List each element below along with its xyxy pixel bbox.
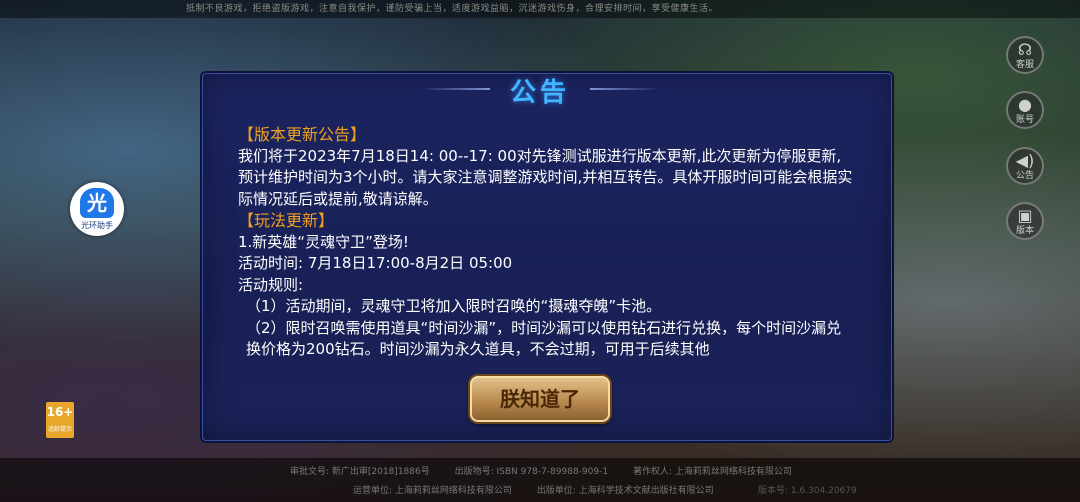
account-button[interactable]: ● 账号 (1006, 91, 1044, 129)
rule-line: （2）限时召唤需使用道具“时间沙漏”，时间沙漏可以使用钻石进行兑换，每个时间沙漏… (246, 318, 842, 359)
age-rating-label: 适龄提示 (47, 426, 72, 433)
section-header: 【版本更新公告】 (238, 125, 367, 144)
version-button[interactable]: ▣ 版本 (1006, 202, 1044, 240)
publication-number: 出版物号: ISBN 978-7-89988-909-1 (454, 467, 609, 477)
assistant-floating-button[interactable]: 光 光环助手 (70, 182, 124, 236)
assistant-logo-icon: 光 (80, 188, 114, 218)
account-label: 账号 (1015, 115, 1034, 125)
operator: 运营单位: 上海莉莉丝网络科技有限公司 (353, 486, 512, 496)
publisher: 出版单位: 上海科学技术文献出版社有限公司 (536, 486, 714, 496)
anti-addiction-notice: 抵制不良游戏，拒绝盗版游戏，注意自我保护，谨防受骗上当，适度游戏益脑，沉迷游戏伤… (0, 0, 1080, 18)
announcement-line: 1.新英雄“灵魂守卫”登场! (238, 232, 409, 251)
announcement-content[interactable]: 【版本更新公告】 我们将于2023年7月18日14: 00--17: 00对先锋… (238, 124, 853, 369)
version-label: 版本 (1015, 226, 1034, 236)
account-icon: ● (1018, 95, 1032, 114)
rule-line: （1）活动期间，灵魂守卫将加入限时召唤的“摄魂夺魄”卡池。 (246, 297, 662, 315)
acknowledge-button[interactable]: 朕知道了 (470, 376, 610, 422)
announcement-paragraph: 我们将于2023年7月18日14: 00--17: 00对先锋测试服进行版本更新… (238, 146, 853, 208)
approval-number: 审批文号: 新广出审[2018]1886号 (290, 467, 430, 477)
announcement-icon: ◀) (1015, 151, 1035, 170)
assistant-label: 光环助手 (81, 221, 113, 230)
version-icon: ▣ (1017, 206, 1033, 225)
copyright-footer: 审批文号: 新广出审[2018]1886号 出版物号: ISBN 978-7-8… (0, 458, 1080, 502)
customer-service-button[interactable]: ☊ 客服 (1006, 36, 1044, 74)
copyright-owner: 著作权人: 上海莉莉丝网络科技有限公司 (632, 467, 792, 477)
customer-service-label: 客服 (1015, 60, 1034, 70)
event-time-line: 活动时间: 7月18日17:00-8月2日 05:00 (238, 254, 513, 272)
announcement-line: 活动规则: (238, 275, 304, 294)
customer-service-icon: ☊ (1017, 40, 1033, 59)
age-rating-number: 16+ (46, 405, 74, 419)
section-header: 【玩法更新】 (238, 211, 335, 230)
dialog-title: 公告 (509, 78, 570, 108)
age-rating-badge[interactable]: 16+ 适龄提示 (46, 402, 74, 438)
version-number: 版本号: 1.6.304.20679 (758, 486, 857, 496)
announcement-label: 公告 (1015, 171, 1034, 181)
announcement-button[interactable]: ◀) 公告 (1006, 147, 1044, 185)
